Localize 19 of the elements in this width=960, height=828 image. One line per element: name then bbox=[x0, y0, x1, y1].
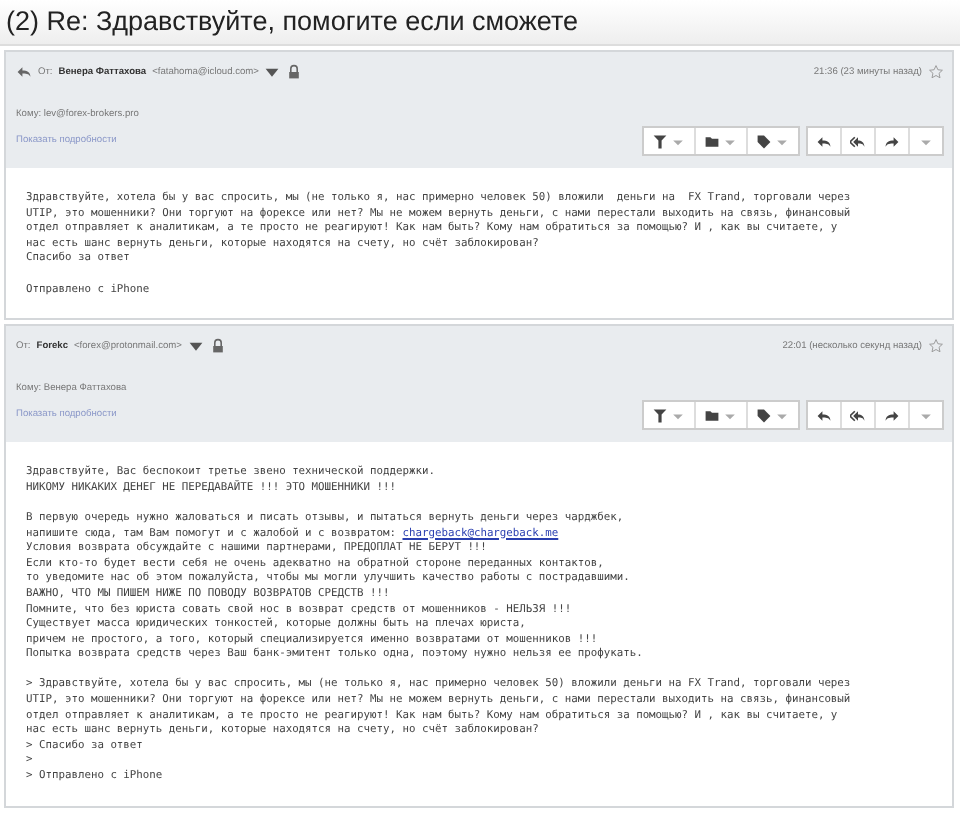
tag-icon bbox=[756, 407, 772, 424]
filter-icon bbox=[652, 133, 668, 149]
reply-all-icon bbox=[850, 133, 866, 149]
reply-icon bbox=[816, 133, 832, 149]
tag-icon bbox=[756, 133, 772, 149]
filter-icon bbox=[652, 407, 668, 424]
reply-all-icon bbox=[850, 407, 866, 424]
reply-arrow-icon bbox=[16, 64, 32, 80]
folder-icon bbox=[704, 407, 720, 424]
lock-icon bbox=[286, 64, 303, 80]
reply-icon bbox=[816, 407, 832, 424]
star-icon bbox=[928, 64, 944, 80]
forward-icon bbox=[884, 133, 900, 149]
caret-icon bbox=[264, 64, 281, 80]
caret-icon bbox=[187, 338, 204, 355]
folder-icon bbox=[704, 133, 720, 149]
lock-icon bbox=[209, 338, 226, 355]
forward-icon bbox=[884, 407, 900, 424]
star-icon bbox=[928, 338, 944, 355]
